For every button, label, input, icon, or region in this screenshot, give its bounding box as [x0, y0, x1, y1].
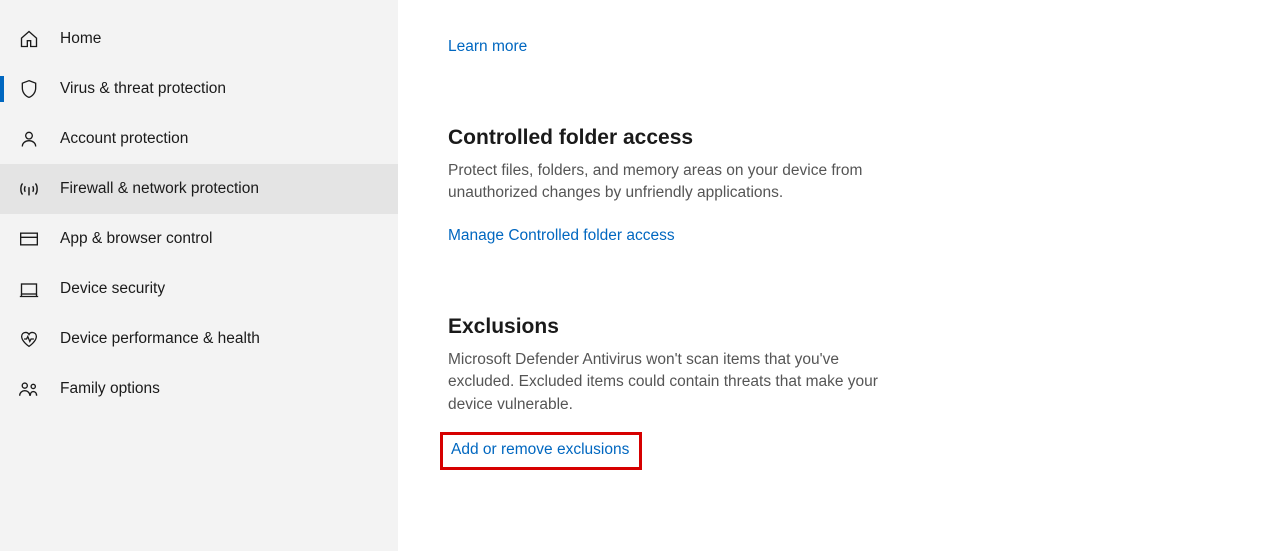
sidebar-item-label: Account protection — [60, 130, 188, 148]
controlled-folder-body: Protect files, folders, and memory areas… — [448, 160, 888, 205]
sidebar-item-home[interactable]: Home — [0, 14, 398, 64]
sidebar-item-label: Firewall & network protection — [60, 180, 259, 198]
shield-icon — [18, 78, 40, 100]
section-controlled-folder: Controlled folder access Protect files, … — [448, 126, 888, 245]
sidebar-item-family[interactable]: Family options — [0, 364, 398, 414]
sidebar-item-label: Virus & threat protection — [60, 80, 226, 98]
sidebar-item-device-security[interactable]: Device security — [0, 264, 398, 314]
manage-controlled-folder-link[interactable]: Manage Controlled folder access — [448, 227, 675, 244]
sidebar-item-label: Family options — [60, 380, 160, 398]
people-icon — [18, 378, 40, 400]
sidebar-item-label: Home — [60, 30, 101, 48]
sidebar-item-account[interactable]: Account protection — [0, 114, 398, 164]
chip-icon — [18, 278, 40, 300]
controlled-folder-heading: Controlled folder access — [448, 126, 888, 150]
sidebar-item-virus-threat[interactable]: Virus & threat protection — [0, 64, 398, 114]
main-content: Learn more Controlled folder access Prot… — [398, 0, 1263, 551]
window-icon — [18, 228, 40, 250]
exclusions-heading: Exclusions — [448, 315, 888, 339]
sidebar-item-label: App & browser control — [60, 230, 213, 248]
exclusions-body: Microsoft Defender Antivirus won't scan … — [448, 349, 888, 416]
heart-icon — [18, 328, 40, 350]
sidebar: Home Virus & threat protection Account p… — [0, 0, 398, 551]
annotation-highlight: Add or remove exclusions — [440, 432, 642, 470]
sidebar-item-performance[interactable]: Device performance & health — [0, 314, 398, 364]
add-remove-exclusions-link[interactable]: Add or remove exclusions — [451, 441, 629, 458]
home-icon — [18, 28, 40, 50]
person-icon — [18, 128, 40, 150]
sidebar-item-app-browser[interactable]: App & browser control — [0, 214, 398, 264]
broadcast-icon — [18, 178, 40, 200]
sidebar-item-label: Device performance & health — [60, 330, 260, 348]
sidebar-item-label: Device security — [60, 280, 165, 298]
sidebar-item-firewall[interactable]: Firewall & network protection — [0, 164, 398, 214]
learn-more-link[interactable]: Learn more — [448, 38, 527, 55]
section-exclusions: Exclusions Microsoft Defender Antivirus … — [448, 315, 888, 470]
